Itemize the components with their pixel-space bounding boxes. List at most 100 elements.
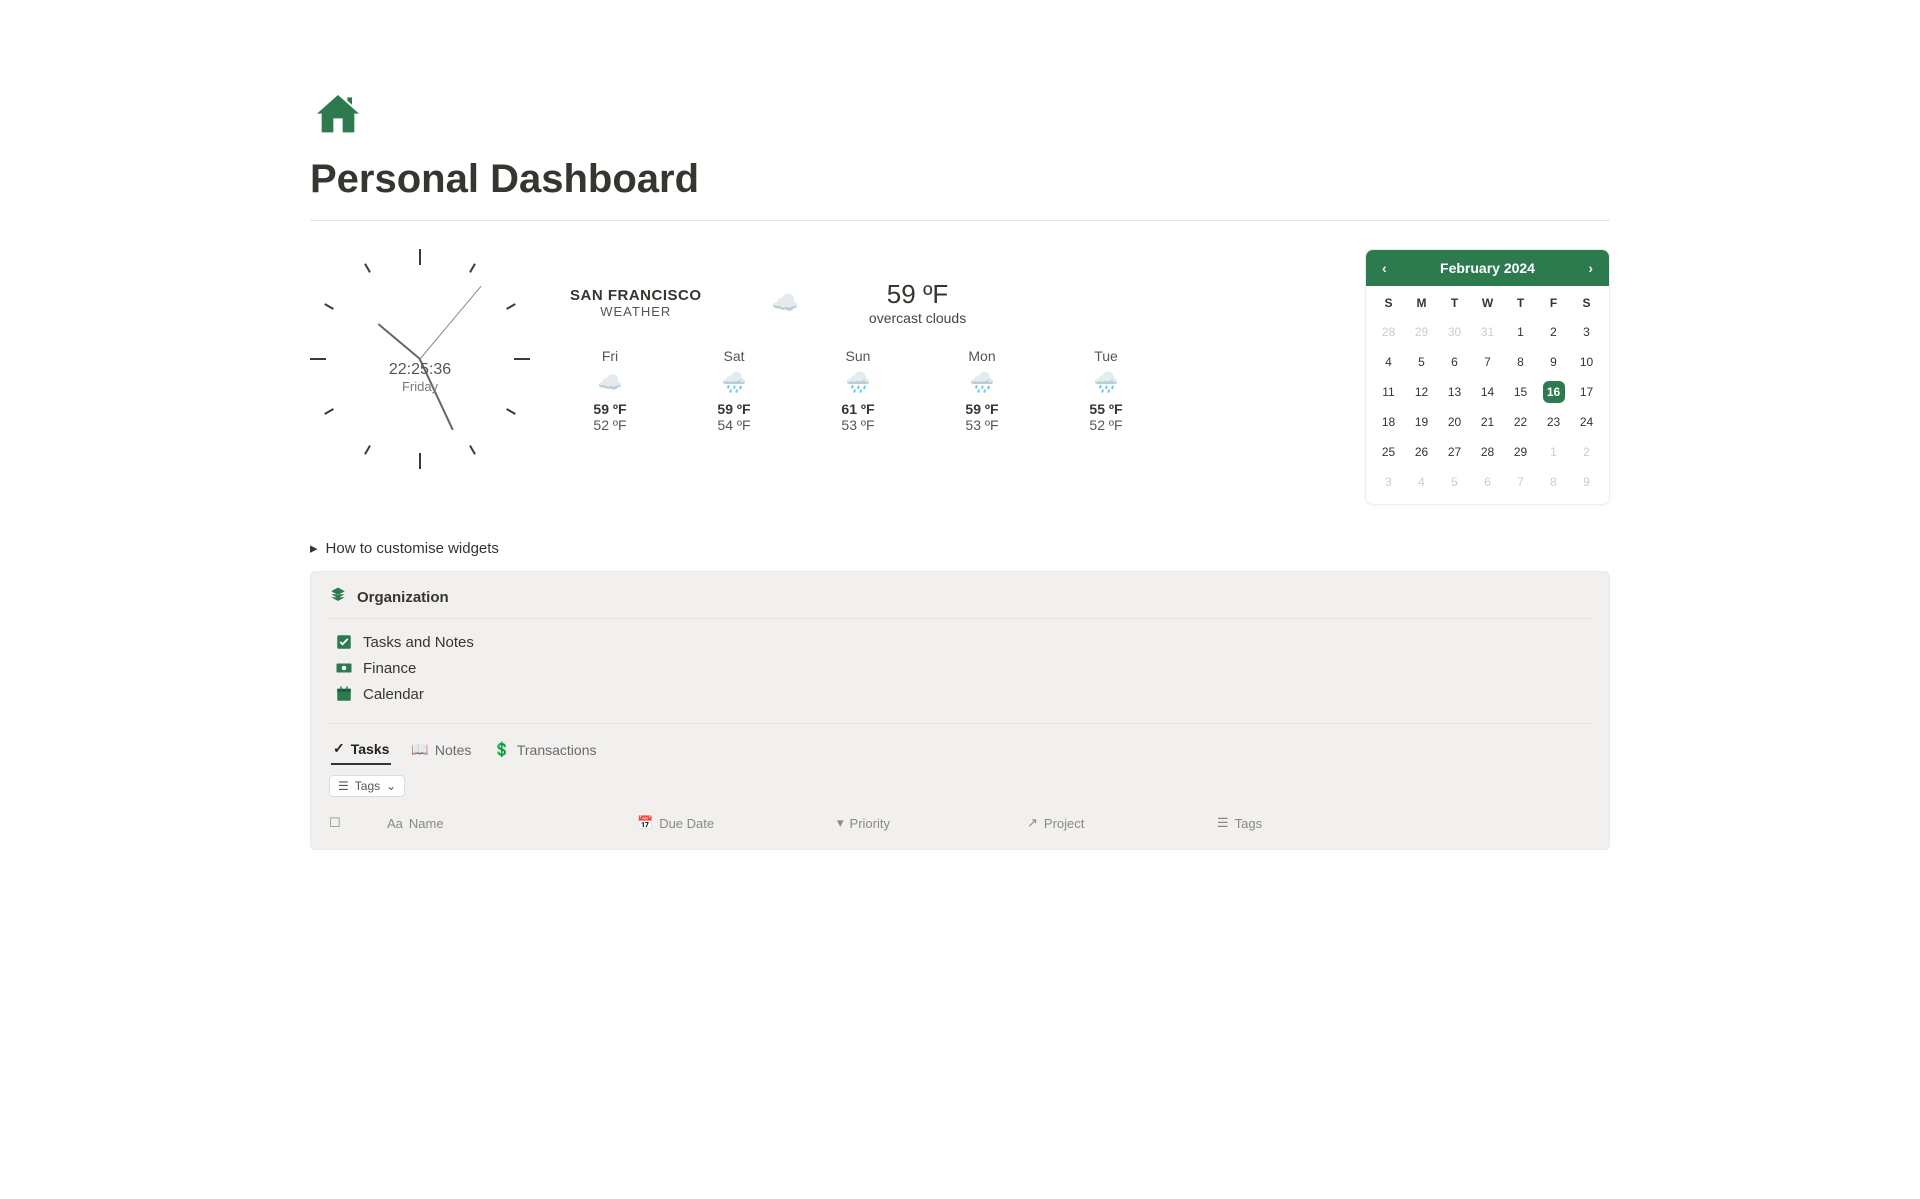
weather-current-temp: 59 ºF <box>869 279 966 310</box>
organization-link-label: Finance <box>363 660 416 677</box>
calendar-month-label: February 2024 <box>1440 260 1535 276</box>
calendar-day[interactable]: 5 <box>1438 470 1471 494</box>
layers-icon <box>329 586 347 608</box>
calendar-day[interactable]: 20 <box>1438 410 1471 434</box>
rain-cloud-icon: 🌧️ <box>942 370 1022 395</box>
calendar-day[interactable]: 7 <box>1504 470 1537 494</box>
calendar-dow: W <box>1471 290 1504 314</box>
calendar-day[interactable]: 24 <box>1570 410 1603 434</box>
calendar-day[interactable]: 5 <box>1405 350 1438 374</box>
calendar-day[interactable]: 6 <box>1471 470 1504 494</box>
calendar-day[interactable]: 3 <box>1570 320 1603 344</box>
calendar-day[interactable]: 9 <box>1537 350 1570 374</box>
forecast-day: Mon 🌧️ 59 ºF 53 ºF <box>942 348 1022 433</box>
rain-cloud-icon: 🌧️ <box>694 370 774 395</box>
disclosure-label: How to customise widgets <box>326 540 499 557</box>
forecast-day-label: Fri <box>570 348 650 364</box>
rain-cloud-icon: 🌧️ <box>818 370 898 395</box>
organization-link[interactable]: Finance <box>335 659 1591 677</box>
calendar-dow: S <box>1570 290 1603 314</box>
tab-icon: 📖 <box>411 741 428 758</box>
clock-time: 22:25:36 <box>310 361 530 379</box>
calendar-day[interactable]: 17 <box>1570 380 1603 404</box>
calendar-day[interactable]: 2 <box>1570 440 1603 464</box>
organization-link[interactable]: Tasks and Notes <box>335 633 1591 651</box>
calendar-day[interactable]: 16 <box>1537 380 1570 404</box>
list-icon: ☰ <box>1217 815 1229 831</box>
text-property-icon: Aa <box>387 816 403 831</box>
column-project: Project <box>1044 816 1084 831</box>
calendar-prev-button[interactable]: ‹ <box>1376 258 1393 278</box>
calendar-day[interactable]: 13 <box>1438 380 1471 404</box>
calendar-day[interactable]: 11 <box>1372 380 1405 404</box>
checkbox-icon <box>335 633 353 651</box>
disclosure-toggle[interactable]: ▸ How to customise widgets <box>310 539 1610 557</box>
forecast-day: Sun 🌧️ 61 ºF 53 ºF <box>818 348 898 433</box>
calendar-day[interactable]: 1 <box>1504 320 1537 344</box>
calendar-day[interactable]: 19 <box>1405 410 1438 434</box>
calendar-day[interactable]: 28 <box>1471 440 1504 464</box>
tags-filter-chip[interactable]: ☰ Tags ⌄ <box>329 775 405 797</box>
forecast-high: 61 ºF <box>818 401 898 417</box>
tab-label: Transactions <box>517 742 597 758</box>
tab-icon: ✓ <box>333 740 345 757</box>
calendar-day[interactable]: 25 <box>1372 440 1405 464</box>
calendar-day[interactable]: 15 <box>1504 380 1537 404</box>
cloud-icon: ☁️ <box>772 290 799 316</box>
tab-label: Notes <box>435 742 472 758</box>
divider <box>310 220 1610 221</box>
calendar-day[interactable]: 9 <box>1570 470 1603 494</box>
calendar-day[interactable]: 8 <box>1504 350 1537 374</box>
chip-label: Tags <box>355 779 380 793</box>
weather-label: WEATHER <box>570 304 702 319</box>
calendar-day[interactable]: 10 <box>1570 350 1603 374</box>
calendar-day[interactable]: 26 <box>1405 440 1438 464</box>
calendar-day[interactable]: 6 <box>1438 350 1471 374</box>
calendar-icon: 📅 <box>637 815 653 831</box>
rain-cloud-icon: ☁️ <box>570 370 650 395</box>
calendar-day[interactable]: 7 <box>1471 350 1504 374</box>
calendar-day[interactable]: 12 <box>1405 380 1438 404</box>
calendar-icon <box>335 685 353 703</box>
calendar-day[interactable]: 3 <box>1372 470 1405 494</box>
tab-notes[interactable]: 📖 Notes <box>409 735 473 764</box>
calendar-day[interactable]: 4 <box>1372 350 1405 374</box>
checkbox-column-icon: ☐ <box>329 815 347 831</box>
calendar-day[interactable]: 28 <box>1372 320 1405 344</box>
column-due-date: Due Date <box>659 816 714 831</box>
forecast-day-label: Sat <box>694 348 774 364</box>
column-name: Name <box>409 816 444 831</box>
calendar-day[interactable]: 22 <box>1504 410 1537 434</box>
tab-icon: 💲 <box>493 741 510 758</box>
calendar-day[interactable]: 2 <box>1537 320 1570 344</box>
calendar-day[interactable]: 23 <box>1537 410 1570 434</box>
calendar-day[interactable]: 31 <box>1471 320 1504 344</box>
weather-city: SAN FRANCISCO <box>570 287 702 304</box>
page-title: Personal Dashboard <box>310 157 1610 202</box>
calendar-next-button[interactable]: › <box>1582 258 1599 278</box>
organization-panel: Organization Tasks and Notes Finance Calen… <box>310 571 1610 850</box>
forecast-day: Fri ☁️ 59 ºF 52 ºF <box>570 348 650 433</box>
tab-transactions[interactable]: 💲 Transactions <box>491 735 598 764</box>
calendar-day[interactable]: 4 <box>1405 470 1438 494</box>
calendar-day[interactable]: 29 <box>1504 440 1537 464</box>
forecast-day: Sat 🌧️ 59 ºF 54 ºF <box>694 348 774 433</box>
tab-tasks[interactable]: ✓Tasks <box>331 734 391 765</box>
calendar-day[interactable]: 30 <box>1438 320 1471 344</box>
calendar-day[interactable]: 8 <box>1537 470 1570 494</box>
chevron-down-icon: ⌄ <box>386 779 396 793</box>
organization-header: Organization <box>357 589 449 606</box>
calendar-day[interactable]: 14 <box>1471 380 1504 404</box>
calendar-day[interactable]: 21 <box>1471 410 1504 434</box>
calendar-day[interactable]: 27 <box>1438 440 1471 464</box>
calendar-day[interactable]: 18 <box>1372 410 1405 434</box>
caret-right-icon: ▸ <box>310 539 318 557</box>
organization-link[interactable]: Calendar <box>335 685 1591 703</box>
forecast-low: 52 ºF <box>1066 417 1146 433</box>
money-icon <box>335 659 353 677</box>
forecast-day-label: Mon <box>942 348 1022 364</box>
calendar-day[interactable]: 1 <box>1537 440 1570 464</box>
calendar-day[interactable]: 29 <box>1405 320 1438 344</box>
organization-link-label: Calendar <box>363 686 424 703</box>
relation-icon: ↗ <box>1027 815 1038 831</box>
